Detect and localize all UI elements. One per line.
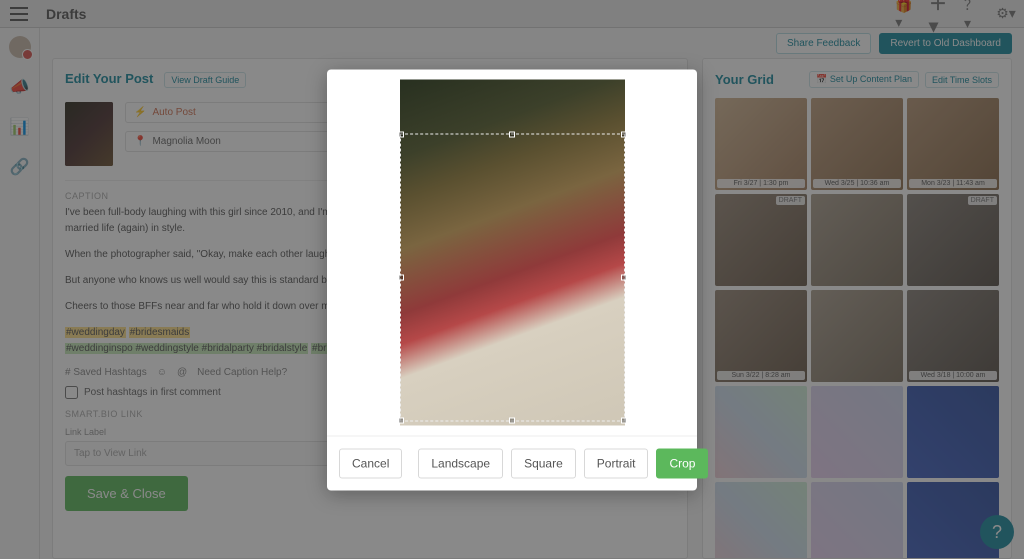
crop-modal: Cancel Landscape Square Portrait Crop [327,69,697,490]
crop-button[interactable]: Crop [656,448,708,478]
portrait-button[interactable]: Portrait [584,448,649,478]
square-button[interactable]: Square [511,448,576,478]
crop-image[interactable] [400,79,625,425]
cancel-button[interactable]: Cancel [339,448,402,478]
landscape-button[interactable]: Landscape [418,448,503,478]
crop-selection[interactable] [400,133,625,421]
